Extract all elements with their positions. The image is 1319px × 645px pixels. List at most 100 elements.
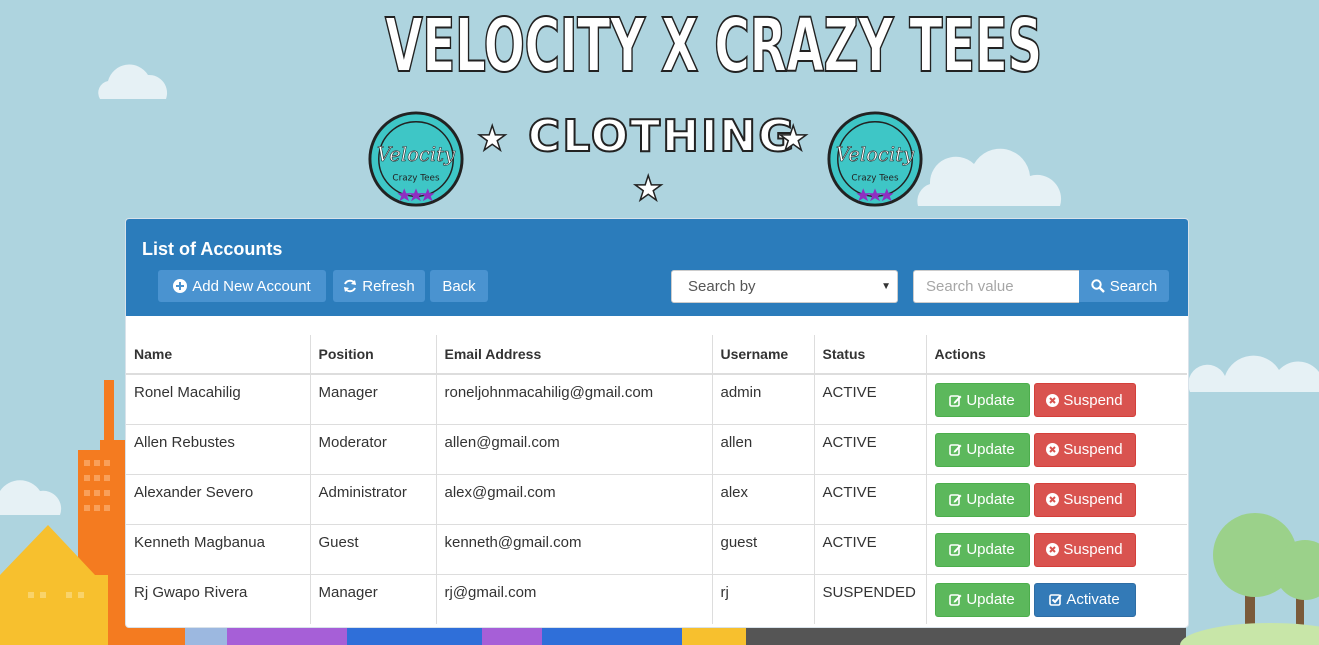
cell-username: admin — [711, 373, 814, 424]
cell-name: Allen Rebustes — [126, 423, 310, 474]
add-new-account-label: Add New Account — [192, 277, 311, 295]
suspend-label: Suspend — [1063, 391, 1123, 409]
suspend-button[interactable]: Suspend — [1033, 383, 1136, 417]
edit-icon — [949, 543, 962, 556]
svg-text:Velocity: Velocity — [377, 143, 456, 166]
star-icon: ★ — [476, 120, 508, 158]
cell-position: Administrator — [309, 473, 436, 524]
cell-username: allen — [711, 423, 814, 474]
cell-email: roneljohnmacahilig@gmail.com — [435, 373, 712, 424]
edit-icon — [949, 443, 962, 456]
table-header-row: Name Position Email Address Username Sta… — [126, 335, 1187, 375]
update-button[interactable]: Update — [934, 383, 1030, 417]
cell-name: Alexander Severo — [126, 473, 310, 524]
times-circle-icon — [1046, 393, 1060, 407]
cell-name: Rj Gwapo Rivera — [126, 573, 310, 624]
cell-username: rj — [711, 573, 814, 624]
back-label: Back — [442, 277, 476, 295]
update-button[interactable]: Update — [934, 582, 1030, 617]
suspend-button[interactable]: Suspend — [1033, 482, 1136, 517]
cell-actions: Update Suspend — [925, 523, 1187, 574]
accounts-panel: List of Accounts Add New Account Refresh… — [125, 218, 1189, 628]
cell-email: allen@gmail.com — [435, 423, 712, 474]
star-icon: ★ — [632, 170, 664, 208]
cell-position: Guest — [309, 523, 436, 574]
refresh-label: Refresh — [362, 277, 415, 295]
accounts-table: Name Position Email Address Username Sta… — [126, 335, 1187, 624]
cell-actions: Update Suspend — [925, 423, 1187, 474]
star-icon: ★ — [777, 120, 809, 158]
brand-subtitle: CLOTHING — [527, 111, 797, 163]
cell-position: Manager — [309, 373, 436, 424]
search-icon — [1091, 279, 1105, 293]
edit-icon — [949, 493, 962, 506]
update-label: Update — [966, 491, 1015, 508]
cell-actions: Update Suspend — [925, 473, 1187, 524]
table-row: Rj Gwapo Rivera Manager rj@gmail.com rj … — [126, 573, 1187, 624]
search-by-select[interactable]: Search by ▼ — [671, 270, 898, 303]
cell-status: ACTIVE — [813, 423, 926, 474]
chevron-down-icon: ▼ — [881, 281, 891, 292]
column-header-name: Name — [126, 335, 310, 375]
cell-status: ACTIVE — [813, 523, 926, 574]
search-button[interactable]: Search — [1079, 270, 1169, 302]
suspend-button[interactable]: Suspend — [1033, 532, 1136, 567]
activate-label: Activate — [1066, 591, 1120, 608]
refresh-icon — [343, 279, 357, 293]
cell-status: ACTIVE — [813, 373, 926, 424]
suspend-label: Suspend — [1063, 441, 1123, 458]
svg-text:Crazy Tees: Crazy Tees — [851, 174, 899, 184]
cell-email: alex@gmail.com — [435, 473, 712, 524]
cell-email: rj@gmail.com — [435, 573, 712, 624]
column-header-email: Email Address — [435, 335, 712, 375]
update-label: Update — [966, 591, 1015, 608]
check-square-icon — [1049, 593, 1063, 606]
brand-title: VELOCITY X CRAZY TEES — [384, 3, 1043, 89]
panel-header: List of Accounts Add New Account Refresh… — [126, 219, 1188, 316]
panel-title: List of Accounts — [142, 239, 283, 259]
cell-email: kenneth@gmail.com — [435, 523, 712, 574]
search-by-value: Search by — [688, 278, 756, 295]
activate-button[interactable]: Activate — [1033, 582, 1136, 617]
suspend-label: Suspend — [1063, 491, 1123, 508]
svg-text:Crazy Tees: Crazy Tees — [392, 174, 440, 184]
column-header-username: Username — [711, 335, 814, 375]
add-new-account-button[interactable]: Add New Account — [158, 270, 326, 302]
update-button[interactable]: Update — [934, 432, 1030, 467]
svg-text:Velocity: Velocity — [836, 143, 915, 166]
cell-position: Manager — [309, 573, 436, 624]
plus-circle-icon — [173, 279, 188, 293]
refresh-button[interactable]: Refresh — [333, 270, 425, 302]
cell-actions: Update Suspend — [925, 373, 1187, 424]
edit-icon — [949, 394, 962, 407]
column-header-actions: Actions — [925, 335, 1187, 375]
cell-name: Ronel Macahilig — [126, 373, 310, 424]
cell-username: alex — [711, 473, 814, 524]
update-label: Update — [966, 441, 1015, 458]
suspend-button[interactable]: Suspend — [1033, 432, 1136, 467]
velocity-badge-right: Velocity Crazy Tees — [827, 111, 923, 207]
cell-status: SUSPENDED — [813, 573, 926, 624]
search-label: Search — [1109, 277, 1158, 295]
update-button[interactable]: Update — [934, 532, 1030, 567]
cell-name: Kenneth Magbanua — [126, 523, 310, 574]
table-row: Kenneth Magbanua Guest kenneth@gmail.com… — [126, 523, 1187, 574]
times-circle-icon — [1046, 493, 1060, 506]
table-row: Ronel Macahilig Manager roneljohnmacahil… — [126, 373, 1187, 424]
cell-actions: Update Activate — [925, 573, 1187, 624]
table-row: Alexander Severo Administrator alex@gmai… — [126, 473, 1187, 524]
velocity-badge-left: Velocity Crazy Tees — [368, 111, 464, 207]
column-header-position: Position — [309, 335, 436, 375]
search-input[interactable] — [913, 270, 1079, 303]
cell-status: ACTIVE — [813, 473, 926, 524]
table-row: Allen Rebustes Moderator allen@gmail.com… — [126, 423, 1187, 474]
update-label: Update — [966, 391, 1015, 409]
times-circle-icon — [1046, 443, 1060, 456]
cell-username: guest — [711, 523, 814, 574]
back-button[interactable]: Back — [430, 270, 488, 302]
times-circle-icon — [1046, 543, 1060, 556]
edit-icon — [949, 593, 962, 606]
suspend-label: Suspend — [1063, 541, 1123, 558]
update-button[interactable]: Update — [934, 482, 1030, 517]
column-header-status: Status — [813, 335, 926, 375]
